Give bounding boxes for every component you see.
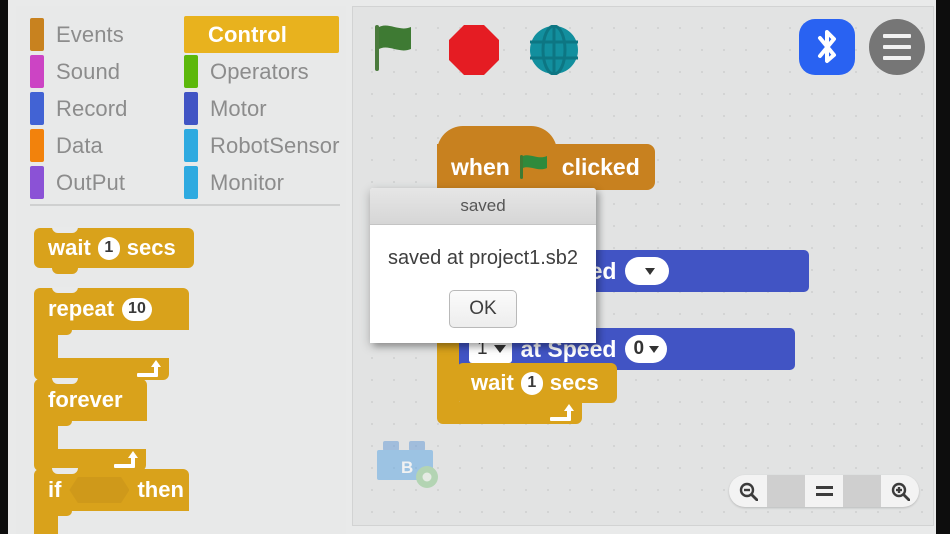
robotsensor-swatch-icon: [184, 129, 198, 162]
c-mouth-notch-icon: [48, 511, 72, 516]
dialog-ok-button[interactable]: OK: [449, 290, 517, 328]
chevron-down-icon: [644, 267, 655, 275]
zoom-reset-button[interactable]: [805, 475, 843, 507]
block-text: wait: [471, 370, 514, 395]
block-text: secs: [549, 370, 599, 395]
category-robotsensor[interactable]: RobotSensor: [184, 127, 339, 164]
saved-dialog: saved saved at project1.sb2 OK: [370, 188, 596, 343]
zoom-in-icon: [891, 482, 910, 501]
category-record[interactable]: Record: [30, 90, 185, 127]
category-label: Control: [208, 21, 287, 47]
block-text: forever: [48, 387, 123, 412]
data-swatch-icon: [30, 129, 44, 162]
motor-speed-dropdown[interactable]: 0: [625, 335, 668, 363]
loop-arrow-icon: [114, 451, 138, 468]
device-bezel-right: [936, 0, 950, 534]
device-bezel-left: [0, 0, 8, 534]
divider: [767, 475, 805, 507]
block-notch-icon: [52, 287, 78, 293]
zoom-in-button[interactable]: [881, 475, 919, 507]
category-label: Motor: [210, 95, 267, 121]
category-motor[interactable]: Motor: [184, 90, 339, 127]
script-wait-block[interactable]: wait 1 secs: [457, 363, 617, 403]
category-label: Record: [56, 95, 128, 121]
category-output[interactable]: OutPut: [30, 164, 185, 201]
category-column-2: Control Operators Motor RobotSensor Moni…: [184, 16, 339, 201]
category-label: RobotSensor: [210, 132, 340, 158]
monitor-swatch-icon: [184, 166, 198, 199]
operators-swatch-icon: [184, 55, 198, 88]
block-notch-icon: [52, 378, 78, 384]
palette-divider: [30, 204, 340, 206]
loop-arrow-icon: [550, 404, 574, 421]
motor-speed-dropdown[interactable]: [625, 257, 670, 285]
category-column-1: Events Sound Record Data OutPut: [30, 16, 185, 201]
category-control[interactable]: Control: [184, 16, 339, 53]
green-flag-icon: [519, 155, 547, 179]
output-swatch-icon: [30, 166, 44, 199]
palette-block-forever[interactable]: forever: [34, 378, 147, 471]
block-text: if: [48, 477, 62, 502]
block-bump-icon: [52, 268, 78, 274]
app-root: Events Sound Record Data OutPut Control …: [0, 0, 950, 534]
repeat-count-input[interactable]: 10: [122, 297, 152, 321]
block-text: secs: [126, 235, 176, 260]
category-sound[interactable]: Sound: [30, 53, 185, 90]
dialog-title: saved: [370, 188, 596, 225]
block-text: clicked: [561, 153, 640, 180]
events-swatch-icon: [30, 18, 44, 51]
app-screen: Events Sound Record Data OutPut Control …: [8, 0, 936, 534]
dialog-message: saved at project1.sb2: [387, 247, 579, 269]
sprite-brick-icon[interactable]: B: [375, 439, 445, 489]
category-label: Monitor: [210, 169, 285, 195]
zoom-reset-icon: [815, 486, 833, 496]
category-monitor[interactable]: Monitor: [184, 164, 339, 201]
palette-blocks-list: wait 1 secs repeat 10 forever if then: [16, 216, 346, 534]
zoom-out-button[interactable]: [729, 475, 767, 507]
c-mouth-notch-icon: [48, 421, 72, 426]
block-text: then: [137, 477, 184, 502]
block-text: when: [451, 153, 510, 180]
palette-block-if-then[interactable]: if then: [34, 468, 189, 534]
dialog-body: saved at project1.sb2 OK: [370, 225, 596, 343]
record-swatch-icon: [30, 92, 44, 125]
c-mouth-notch-icon: [48, 330, 72, 335]
category-operators[interactable]: Operators: [184, 53, 339, 90]
divider: [843, 475, 881, 507]
sound-swatch-icon: [30, 55, 44, 88]
category-grid: Events Sound Record Data OutPut Control …: [26, 16, 339, 201]
block-notch-icon: [52, 227, 78, 233]
category-events[interactable]: Events: [30, 16, 185, 53]
category-label: Sound: [56, 58, 121, 84]
block-notch-icon: [52, 468, 78, 474]
script-loop-bottom: [437, 402, 582, 424]
when-flag-clicked-block[interactable]: when clicked: [437, 126, 655, 190]
category-label: Events: [56, 21, 124, 47]
zoom-controls: [729, 475, 919, 507]
category-label: OutPut: [56, 169, 126, 195]
loop-arrow-icon: [137, 360, 161, 377]
chevron-down-icon: [649, 345, 660, 353]
palette-block-wait[interactable]: wait 1 secs: [34, 227, 194, 274]
block-text: repeat: [48, 296, 115, 321]
block-text: wait: [48, 235, 91, 260]
zoom-out-icon: [739, 482, 758, 501]
block-palette-panel: Events Sound Record Data OutPut Control …: [16, 6, 346, 534]
category-label: Operators: [210, 58, 309, 84]
sprite-label: B: [401, 458, 413, 477]
motor-swatch-icon: [184, 92, 198, 125]
motor-speed-value: 0: [633, 338, 645, 359]
control-swatch-icon: [184, 18, 196, 51]
boolean-slot[interactable]: [69, 477, 130, 503]
category-data[interactable]: Data: [30, 127, 185, 164]
palette-block-repeat[interactable]: repeat 10: [34, 287, 189, 386]
wait-seconds-input[interactable]: 1: [97, 236, 120, 260]
wait-seconds-input[interactable]: 1: [520, 371, 543, 395]
category-label: Data: [56, 132, 103, 158]
